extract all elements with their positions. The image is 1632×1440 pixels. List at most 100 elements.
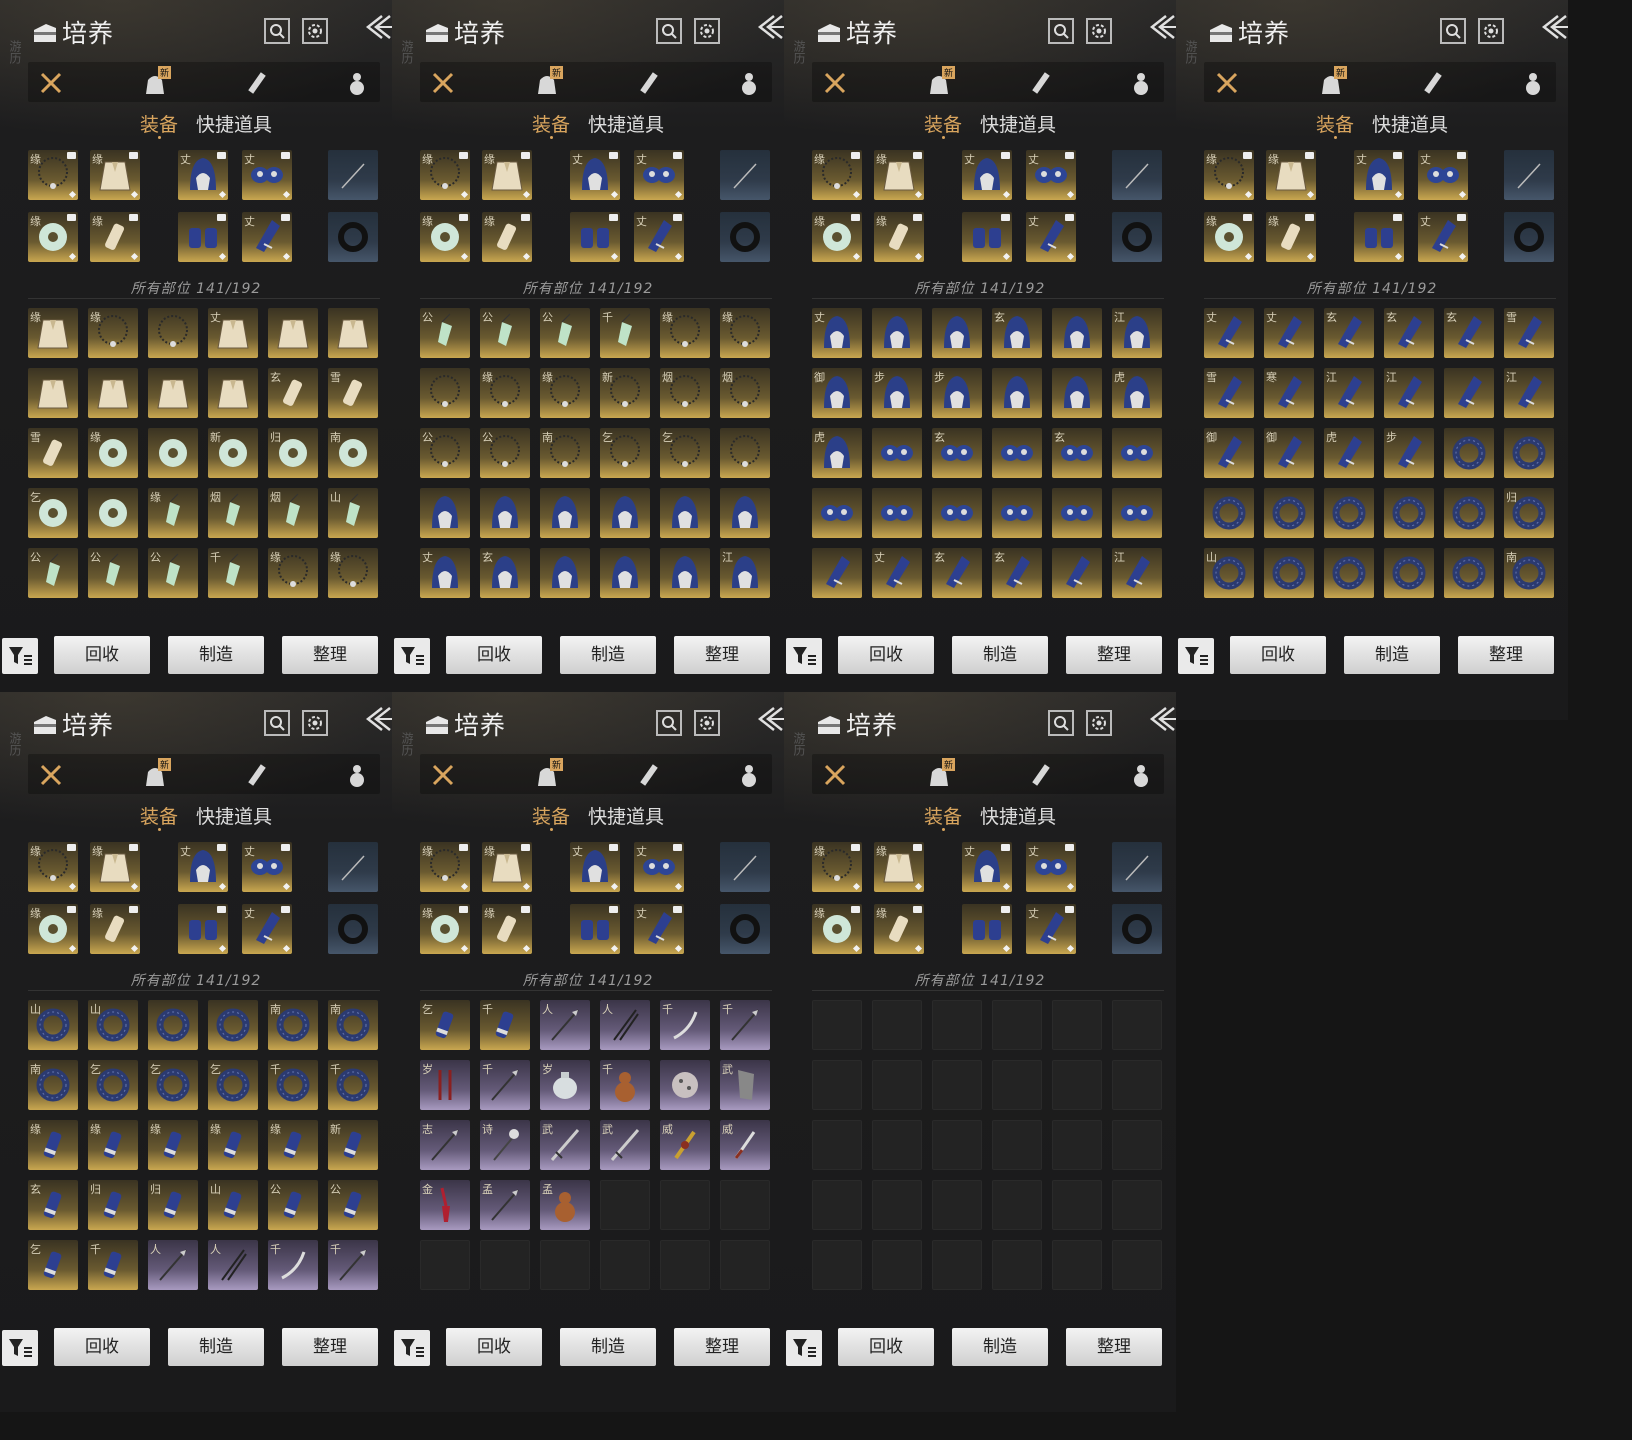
equipped-slot[interactable]: 缘 (90, 842, 140, 892)
inventory-slot[interactable]: 缘 (88, 308, 138, 358)
craft-button[interactable]: 制造 (952, 636, 1048, 674)
inventory-slot[interactable]: 烟 (720, 368, 770, 418)
craft-button[interactable]: 制造 (952, 1328, 1048, 1366)
equipped-slot[interactable]: 缘 (812, 842, 862, 892)
equipped-slot[interactable] (1112, 212, 1162, 262)
equipped-slot[interactable] (962, 212, 1012, 262)
inventory-slot[interactable]: 孟 (540, 1180, 590, 1230)
inventory-slot[interactable] (720, 428, 770, 478)
inventory-slot[interactable]: 缘 (268, 548, 318, 598)
crossed-swords-icon[interactable] (36, 760, 66, 790)
side-tab-label[interactable]: 游历 (1176, 40, 1200, 600)
inventory-slot[interactable]: 人 (540, 1000, 590, 1050)
inventory-slot[interactable]: 雪 (1204, 368, 1254, 418)
equipped-slot[interactable]: 缘 (420, 212, 470, 262)
inventory-slot[interactable] (720, 488, 770, 538)
tab-equip[interactable]: 装备 (1316, 110, 1354, 137)
equipped-slot[interactable]: 丈 (242, 904, 292, 954)
inventory-slot[interactable] (600, 548, 650, 598)
inventory-slot[interactable]: 江 (1112, 308, 1162, 358)
tab-equip[interactable]: 装备 (924, 802, 962, 829)
inventory-slot[interactable] (932, 488, 982, 538)
inventory-slot[interactable] (932, 308, 982, 358)
inventory-slot[interactable]: 归 (88, 1180, 138, 1230)
equipped-slot[interactable] (1112, 150, 1162, 200)
pouch-icon[interactable]: 新 (532, 66, 564, 98)
inventory-slot[interactable]: 江 (1112, 548, 1162, 598)
equipped-slot[interactable]: 缘 (90, 150, 140, 200)
inventory-slot[interactable]: 千 (720, 1000, 770, 1050)
inventory-slot[interactable]: 千 (268, 1240, 318, 1290)
inventory-slot[interactable] (660, 1060, 710, 1110)
tab-equip[interactable]: 装备 (140, 802, 178, 829)
inventory-slot[interactable]: 丈 (208, 308, 258, 358)
inventory-slot[interactable]: 千 (600, 308, 650, 358)
settings-button[interactable] (1086, 710, 1112, 736)
inventory-slot[interactable]: 山 (1204, 548, 1254, 598)
inventory-slot[interactable] (872, 308, 922, 358)
inventory-slot[interactable]: 公 (148, 548, 198, 598)
side-tab-label[interactable]: 游历 (784, 40, 808, 600)
inventory-slot[interactable]: 南 (328, 1000, 378, 1050)
gourd-icon[interactable] (734, 68, 764, 98)
inventory-slot[interactable]: 志 (420, 1120, 470, 1170)
inventory-slot[interactable] (1204, 488, 1254, 538)
inventory-slot[interactable]: 玄 (932, 548, 982, 598)
inventory-slot[interactable]: 千 (208, 548, 258, 598)
inventory-slot[interactable]: 岁 (540, 1060, 590, 1110)
inventory-slot[interactable]: 千 (328, 1240, 378, 1290)
craft-button[interactable]: 制造 (168, 636, 264, 674)
inventory-slot[interactable]: 雪 (328, 368, 378, 418)
inventory-slot[interactable]: 江 (1504, 368, 1554, 418)
equipped-slot[interactable]: 丈 (962, 150, 1012, 200)
inventory-slot[interactable] (208, 368, 258, 418)
inventory-slot[interactable]: 玄 (1324, 308, 1374, 358)
inventory-slot[interactable]: 玄 (28, 1180, 78, 1230)
inventory-slot[interactable]: 南 (540, 428, 590, 478)
pouch-icon[interactable]: 新 (140, 66, 172, 98)
inventory-slot[interactable] (88, 488, 138, 538)
equipped-slot[interactable] (1504, 150, 1554, 200)
inventory-slot[interactable] (88, 368, 138, 418)
tab-quick-items[interactable]: 快捷道具 (980, 802, 1056, 829)
inventory-slot[interactable] (268, 308, 318, 358)
inventory-slot[interactable]: 千 (268, 1060, 318, 1110)
settings-button[interactable] (1086, 18, 1112, 44)
back-button[interactable] (1146, 12, 1176, 42)
inventory-slot[interactable]: 缘 (480, 368, 530, 418)
filter-button[interactable] (2, 1330, 38, 1366)
inventory-slot[interactable]: 千 (88, 1240, 138, 1290)
settings-button[interactable] (694, 710, 720, 736)
pouch-icon[interactable]: 新 (924, 66, 956, 98)
craft-button[interactable]: 制造 (560, 636, 656, 674)
inventory-slot[interactable]: 步 (1384, 428, 1434, 478)
inventory-slot[interactable]: 虎 (812, 428, 862, 478)
inventory-slot[interactable]: 烟 (660, 368, 710, 418)
equipped-slot[interactable] (720, 150, 770, 200)
equipped-slot[interactable] (570, 904, 620, 954)
inventory-slot[interactable]: 烟 (208, 488, 258, 538)
equipped-slot[interactable] (178, 904, 228, 954)
inventory-slot[interactable] (992, 428, 1042, 478)
inventory-slot[interactable]: 丈 (1204, 308, 1254, 358)
crossed-swords-icon[interactable] (820, 760, 850, 790)
sort-button[interactable]: 整理 (674, 1328, 770, 1366)
equipped-slot[interactable]: 丈 (570, 150, 620, 200)
equipped-slot[interactable]: 缘 (874, 150, 924, 200)
inventory-slot[interactable]: 乞 (208, 1060, 258, 1110)
inventory-slot[interactable]: 缘 (540, 368, 590, 418)
inventory-slot[interactable] (1444, 428, 1494, 478)
equipped-slot[interactable]: 丈 (634, 842, 684, 892)
equipped-slot[interactable] (1112, 842, 1162, 892)
equipped-slot[interactable]: 缘 (1266, 150, 1316, 200)
inventory-slot[interactable]: 玄 (1052, 428, 1102, 478)
inventory-slot[interactable] (992, 488, 1042, 538)
equipped-slot[interactable]: 丈 (1026, 842, 1076, 892)
inventory-slot[interactable]: 诗 (480, 1120, 530, 1170)
equipped-slot[interactable]: 丈 (1026, 212, 1076, 262)
inventory-slot[interactable]: 乞 (28, 488, 78, 538)
inventory-slot[interactable]: 御 (1204, 428, 1254, 478)
equipped-slot[interactable]: 缘 (28, 212, 78, 262)
equipped-slot[interactable]: 缘 (482, 212, 532, 262)
inventory-slot[interactable]: 公 (88, 548, 138, 598)
